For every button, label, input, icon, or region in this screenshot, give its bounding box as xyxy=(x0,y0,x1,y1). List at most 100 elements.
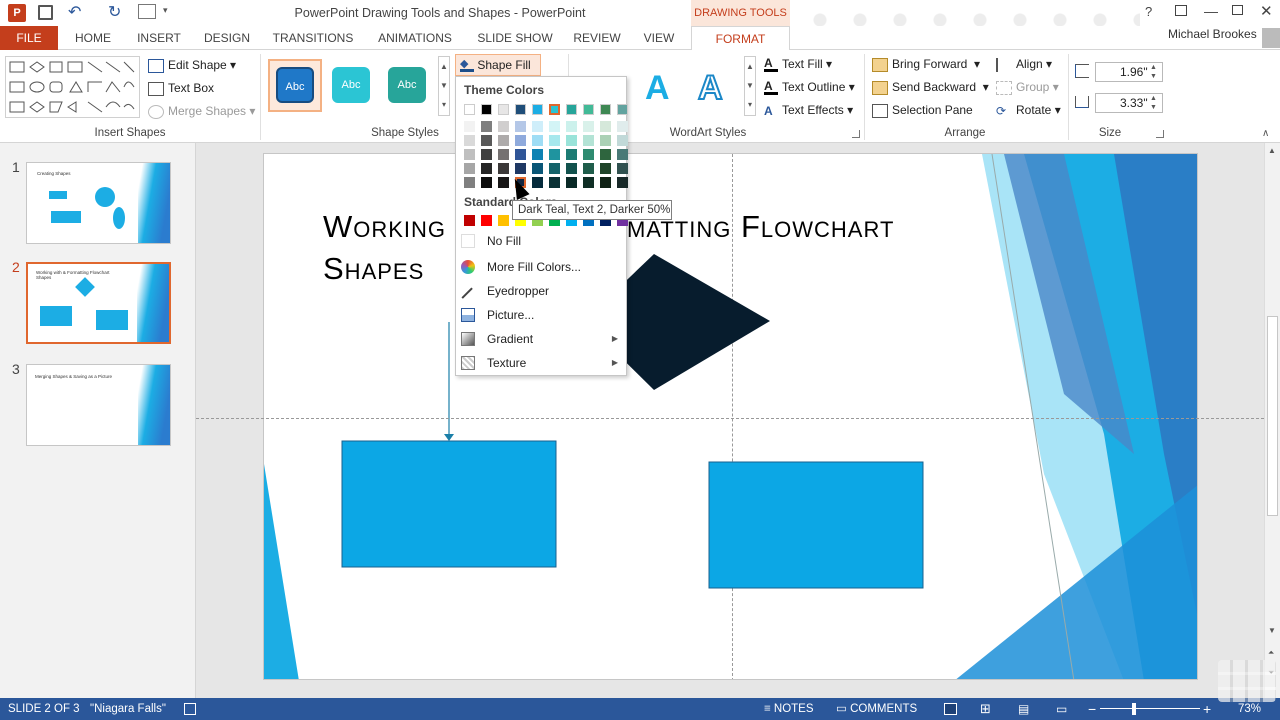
text-box-button[interactable]: Text Box xyxy=(148,78,214,98)
tab-transitions[interactable]: TRANSITIONS xyxy=(268,26,358,50)
tab-animations[interactable]: ANIMATIONS xyxy=(370,26,460,50)
edit-shape-button[interactable]: Edit Shape ▾ xyxy=(148,55,236,75)
minimize-icon[interactable]: — xyxy=(1204,3,1218,19)
theme-color-swatch[interactable] xyxy=(498,149,509,160)
theme-color-swatch[interactable] xyxy=(583,121,594,132)
theme-color-swatch[interactable] xyxy=(515,163,526,174)
standard-color-swatch[interactable] xyxy=(481,215,492,226)
theme-color-swatch[interactable] xyxy=(549,121,560,132)
more-fill-colors-option[interactable]: More Fill Colors... xyxy=(456,255,626,279)
zoom-in-icon[interactable]: + xyxy=(1203,698,1211,720)
theme-color-swatch[interactable] xyxy=(464,177,475,188)
text-fill-button[interactable]: A Text Fill ▾ xyxy=(764,54,832,74)
theme-color-swatch[interactable] xyxy=(583,177,594,188)
theme-color-swatch[interactable] xyxy=(481,149,492,160)
theme-color-swatch[interactable] xyxy=(464,104,475,115)
theme-color-swatch[interactable] xyxy=(566,104,577,115)
theme-color-swatch[interactable] xyxy=(515,121,526,132)
shape-style-2[interactable]: Abc xyxy=(332,67,370,103)
close-icon[interactable]: ✕ xyxy=(1260,2,1273,20)
send-backward-button[interactable]: Send Backward ▾ xyxy=(872,77,989,97)
ribbon-display-icon[interactable] xyxy=(1175,5,1187,16)
shape-fill-button[interactable]: ◆ Shape Fill ▾ xyxy=(455,54,541,92)
eyedropper-option[interactable]: Eyedropper xyxy=(456,279,626,303)
redo-icon[interactable]: ↻ xyxy=(108,2,121,22)
theme-color-swatch[interactable] xyxy=(464,149,475,160)
spell-check-icon[interactable] xyxy=(184,703,196,715)
shape-style-1[interactable]: Abc xyxy=(276,67,314,103)
picture-option[interactable]: Picture... xyxy=(456,303,626,327)
process-shape-right[interactable] xyxy=(708,461,924,589)
tab-insert[interactable]: INSERT xyxy=(130,26,188,50)
theme-color-swatch[interactable] xyxy=(600,163,611,174)
theme-color-swatch[interactable] xyxy=(515,149,526,160)
theme-color-swatch[interactable] xyxy=(498,104,509,115)
theme-color-swatch[interactable] xyxy=(481,163,492,174)
shape-style-3[interactable]: Abc xyxy=(388,67,426,103)
styles-scroll[interactable]: ▲ ▼ ▾ xyxy=(438,56,450,116)
theme-color-swatch[interactable] xyxy=(515,135,526,146)
wordart-launcher-icon[interactable] xyxy=(852,130,860,138)
tab-home[interactable]: HOME xyxy=(66,26,120,50)
vertical-scrollbar[interactable]: ▲ ▼ ⏶ ⏷ xyxy=(1264,143,1280,698)
theme-color-swatch[interactable] xyxy=(532,149,543,160)
wordart-style-2[interactable]: A xyxy=(697,68,724,108)
theme-color-swatch[interactable] xyxy=(566,135,577,146)
theme-color-swatch[interactable] xyxy=(481,177,492,188)
merge-shapes-button[interactable]: Merge Shapes ▾ xyxy=(148,101,255,121)
standard-color-swatch[interactable] xyxy=(498,215,509,226)
theme-color-swatch[interactable] xyxy=(600,149,611,160)
zoom-slider-thumb[interactable] xyxy=(1132,703,1136,715)
slide-thumbnail-3[interactable]: Merging Shapes & Saving as a Picture xyxy=(26,364,171,446)
slide-canvas[interactable]: Working matting Flowchart Shapes xyxy=(263,153,1198,680)
gradient-option[interactable]: Gradient ▶ xyxy=(456,327,626,351)
scroll-up-icon[interactable]: ▲ xyxy=(1268,146,1276,155)
theme-color-swatch[interactable] xyxy=(464,121,475,132)
wordart-scroll[interactable]: ▲ ▼ ▾ xyxy=(744,56,756,116)
text-effects-button[interactable]: A Text Effects ▾ xyxy=(764,100,853,120)
slide-thumbnail-1[interactable]: Creating Shapes xyxy=(26,162,171,244)
bring-forward-button[interactable]: Bring Forward ▾ xyxy=(872,54,980,74)
theme-color-swatch[interactable] xyxy=(583,104,594,115)
theme-color-swatch[interactable] xyxy=(515,104,526,115)
no-fill-option[interactable]: No Fill xyxy=(456,229,626,253)
slide-thumbnail-2[interactable]: Working with & Formatting Flowchart Shap… xyxy=(26,262,171,344)
theme-color-swatch[interactable] xyxy=(549,149,560,160)
scroll-thumb[interactable] xyxy=(1267,316,1278,516)
tab-review[interactable]: REVIEW xyxy=(568,26,626,50)
slideshow-view-icon[interactable]: ▭ xyxy=(1056,698,1067,720)
theme-color-swatch[interactable] xyxy=(549,177,560,188)
theme-color-swatch[interactable] xyxy=(583,149,594,160)
theme-color-swatch[interactable] xyxy=(549,135,560,146)
rotate-button[interactable]: ⟳ Rotate ▾ xyxy=(996,100,1061,120)
zoom-slider[interactable] xyxy=(1100,708,1200,709)
height-spinner[interactable]: ▲ ▼ xyxy=(1150,63,1157,81)
undo-icon[interactable]: ↶ xyxy=(68,2,81,22)
theme-color-swatch[interactable] xyxy=(566,163,577,174)
theme-color-swatch[interactable] xyxy=(566,177,577,188)
theme-color-swatch[interactable] xyxy=(617,149,628,160)
theme-color-swatch[interactable] xyxy=(549,104,560,115)
slide-sorter-icon[interactable]: ⊞ xyxy=(980,698,991,720)
save-icon[interactable] xyxy=(38,5,53,20)
theme-color-swatch[interactable] xyxy=(481,121,492,132)
theme-color-swatch[interactable] xyxy=(532,135,543,146)
scroll-down-icon[interactable]: ▼ xyxy=(1268,626,1276,635)
theme-color-swatch[interactable] xyxy=(532,104,543,115)
user-avatar[interactable] xyxy=(1262,28,1280,48)
theme-color-swatch[interactable] xyxy=(498,163,509,174)
theme-color-swatch[interactable] xyxy=(549,163,560,174)
width-spinner[interactable]: ▲ ▼ xyxy=(1150,94,1157,112)
tab-file[interactable]: FILE xyxy=(0,26,58,50)
process-shape-left[interactable] xyxy=(341,440,557,568)
tab-slide-show[interactable]: SLIDE SHOW xyxy=(472,26,558,50)
wordart-style-1[interactable]: A xyxy=(645,68,670,108)
prev-slide-icon[interactable]: ⏶ xyxy=(1268,648,1274,658)
slide-title-part1[interactable]: Working xyxy=(323,209,446,245)
shapes-gallery[interactable] xyxy=(5,56,140,118)
theme-color-swatch[interactable] xyxy=(532,177,543,188)
theme-color-swatch[interactable] xyxy=(600,104,611,115)
theme-color-swatch[interactable] xyxy=(583,135,594,146)
theme-color-swatch[interactable] xyxy=(617,121,628,132)
theme-color-swatch[interactable] xyxy=(498,135,509,146)
